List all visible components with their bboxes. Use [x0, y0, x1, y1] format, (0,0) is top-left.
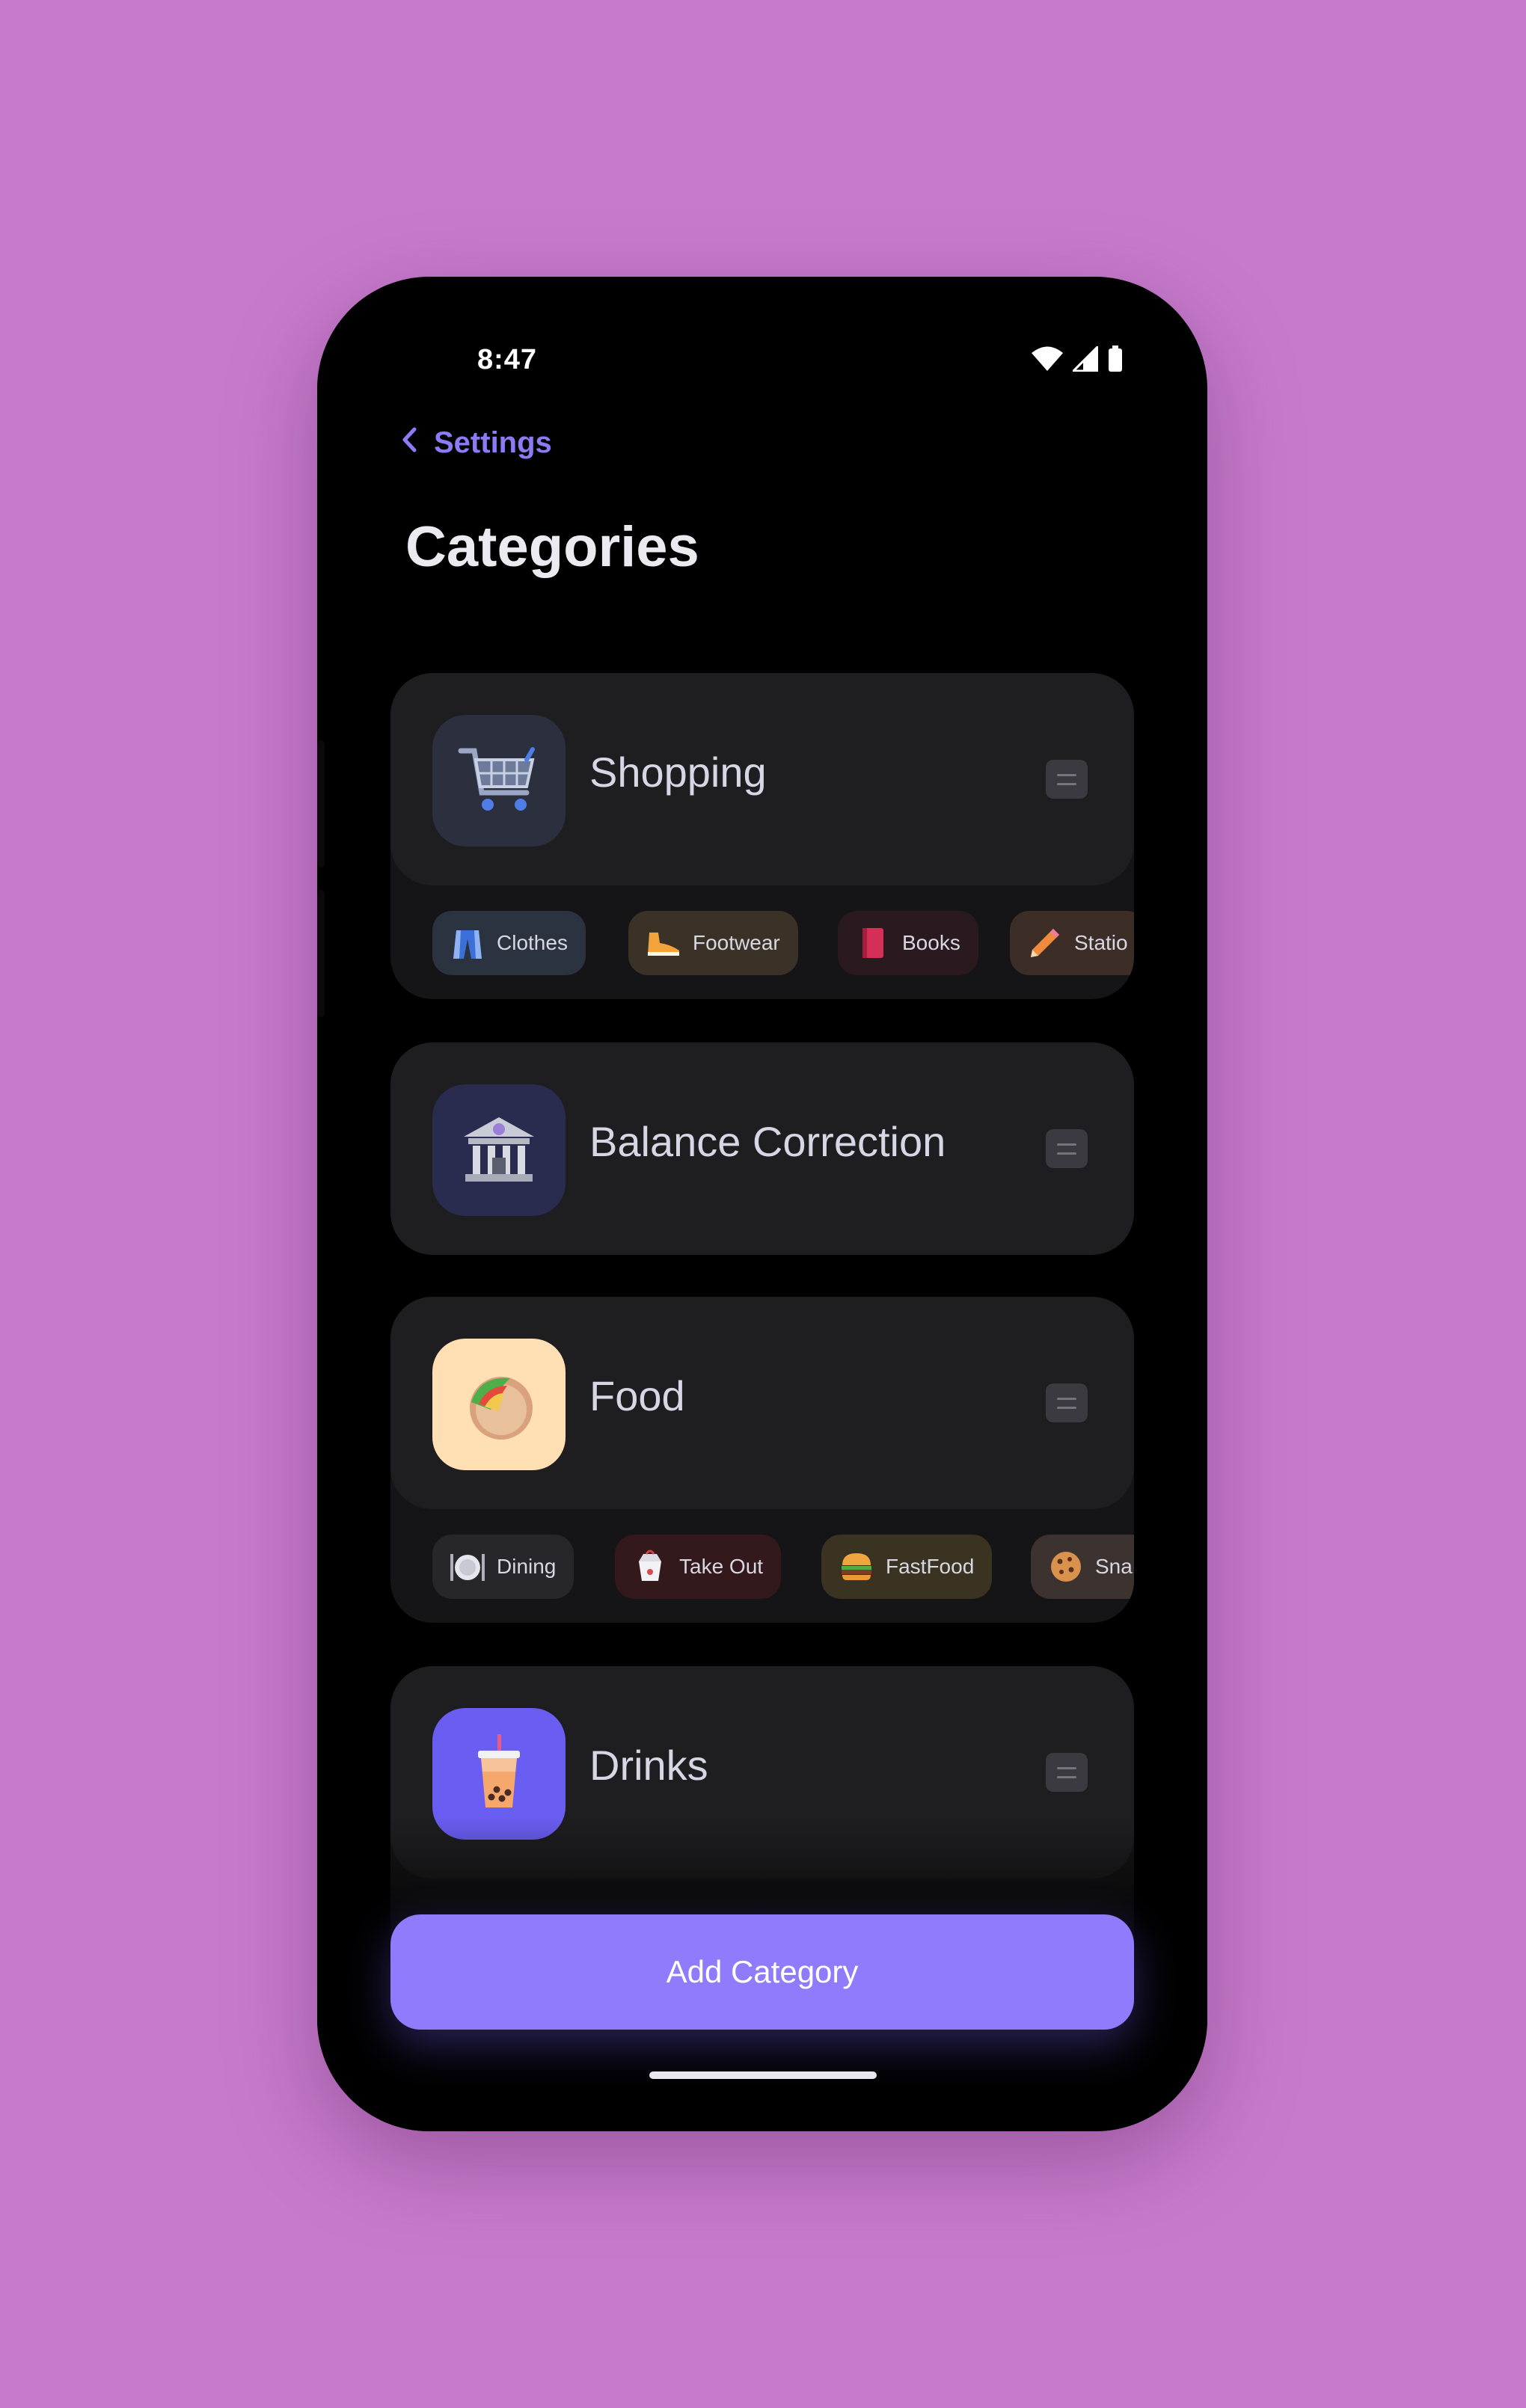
cookie-icon	[1047, 1548, 1085, 1585]
subcategory-row[interactable]: Clothes Footwear Books Statio	[390, 885, 1134, 999]
subcategory-label: Statio	[1074, 931, 1128, 954]
chevron-left-icon	[401, 426, 417, 460]
clothes-icon	[449, 924, 486, 962]
subcategory-chip-take-out[interactable]: Take Out	[615, 1535, 782, 1599]
battery-icon	[1107, 345, 1124, 376]
subcategory-label: Dining	[497, 1555, 557, 1578]
shoe-icon	[645, 924, 682, 962]
subcategory-label: Books	[902, 931, 960, 954]
signal-icon	[1070, 344, 1099, 375]
add-category-button[interactable]: Add Category	[390, 1914, 1134, 2030]
subcategory-chip-books[interactable]: Books	[838, 911, 978, 975]
subcategory-row[interactable]: Dining Take Out FastFood Sna	[390, 1509, 1134, 1623]
category-header[interactable]: Balance Correction	[390, 1042, 1134, 1255]
pencil-icon	[1026, 924, 1064, 962]
page-title: Categories	[405, 515, 699, 579]
category-name: Balance Correction	[589, 1118, 946, 1165]
drag-handle-icon[interactable]	[1046, 1383, 1088, 1422]
subcategory-label: Take Out	[679, 1555, 764, 1578]
category-card-balance-correction[interactable]: Balance Correction	[390, 1042, 1134, 1255]
takeout-box-icon	[631, 1548, 669, 1585]
subcategory-chip-clothes[interactable]: Clothes	[432, 911, 586, 975]
subcategory-label: Sna	[1095, 1555, 1133, 1578]
home-indicator[interactable]	[649, 2071, 877, 2079]
drag-handle-icon[interactable]	[1046, 1129, 1088, 1168]
status-time: 8:47	[477, 344, 538, 375]
category-header[interactable]: Shopping	[390, 673, 1134, 885]
subcategory-chip-snacks[interactable]: Sna	[1031, 1535, 1134, 1599]
phone-frame: 8:47 Settings Categories Shopping Clothe…	[317, 277, 1207, 2131]
bank-icon	[432, 1084, 566, 1216]
plate-icon	[449, 1548, 486, 1585]
back-label: Settings	[434, 426, 552, 459]
drag-handle-icon[interactable]	[1046, 1753, 1088, 1792]
category-card-food[interactable]: Food Dining Take Out FastFood Sna	[390, 1297, 1134, 1623]
wifi-icon	[1031, 346, 1064, 375]
subcategory-label: Clothes	[497, 931, 568, 954]
subcategory-chip-stationery[interactable]: Statio	[1010, 911, 1134, 975]
drag-handle-icon[interactable]	[1046, 760, 1088, 799]
subcategory-chip-footwear[interactable]: Footwear	[628, 911, 798, 975]
shopping-cart-icon	[432, 715, 566, 847]
category-card-shopping[interactable]: Shopping Clothes Footwear Books Statio	[390, 673, 1134, 999]
burger-icon	[838, 1548, 875, 1585]
status-bar: 8:47	[317, 337, 1207, 381]
book-icon	[854, 924, 892, 962]
category-header[interactable]: Food	[390, 1297, 1134, 1509]
subcategory-label: Footwear	[693, 931, 780, 954]
subcategory-chip-fastfood[interactable]: FastFood	[821, 1535, 993, 1599]
subcategory-chip-dining[interactable]: Dining	[432, 1535, 574, 1599]
category-name: Shopping	[589, 749, 767, 796]
status-icons	[1031, 344, 1124, 376]
subcategory-label: FastFood	[886, 1555, 975, 1578]
category-name: Drinks	[589, 1742, 708, 1789]
back-button[interactable]: Settings	[401, 426, 552, 460]
taco-icon	[432, 1339, 566, 1470]
category-name: Food	[589, 1372, 685, 1419]
